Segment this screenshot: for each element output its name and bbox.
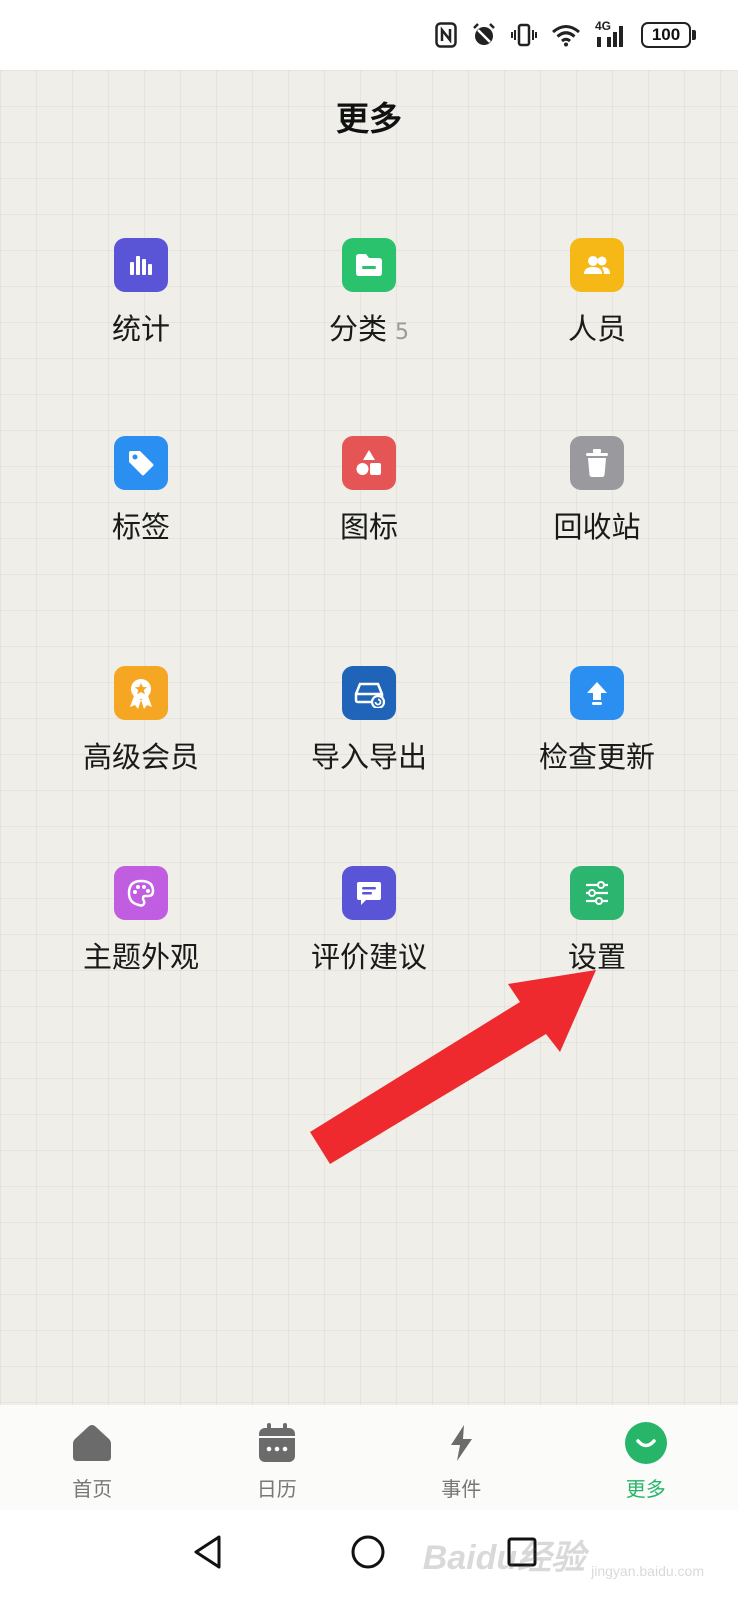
- palette-icon: [114, 866, 168, 920]
- back-icon[interactable]: [186, 1530, 230, 1574]
- battery-tip: [692, 30, 696, 40]
- grid-item-people[interactable]: 人员: [474, 238, 720, 368]
- tab-label: 更多: [625, 1477, 666, 1501]
- tag-icon: [114, 436, 168, 490]
- vibrate-icon: [511, 22, 537, 48]
- grid-item-label: 标签: [111, 510, 170, 544]
- calendar-icon: [255, 1421, 299, 1465]
- grid-item-statistics[interactable]: 统计: [18, 238, 264, 368]
- tab-calendar[interactable]: 日历: [185, 1405, 370, 1510]
- grid-item-categories[interactable]: 分类 5: [246, 238, 492, 368]
- grid-item-label: 人员: [567, 312, 626, 346]
- watermark: Baidu经验 jingyan.baidu.com: [423, 1530, 704, 1579]
- upgrade-icon: [570, 666, 624, 720]
- page-title: 更多: [336, 99, 402, 138]
- watermark-sub: jingyan.baidu.com: [591, 1563, 704, 1579]
- alarm-icon: [471, 22, 497, 48]
- lightning-icon: [439, 1421, 483, 1465]
- status-icons: 4G 100: [435, 18, 696, 52]
- tab-more[interactable]: 更多: [554, 1405, 738, 1510]
- grid-item-label: 主题外观: [82, 940, 199, 974]
- import-export-icon: [342, 666, 396, 720]
- signal-icon: 4G: [595, 19, 627, 49]
- more-smile-icon: [624, 1421, 668, 1465]
- grid-item-tags[interactable]: 标签: [18, 436, 264, 566]
- tab-label: 事件: [441, 1477, 482, 1501]
- bottom-tab-bar: 首页 日历 事件 更多: [0, 1405, 738, 1510]
- grid-item-label: 高级会员: [82, 740, 199, 774]
- grid-item-label: 统计: [111, 312, 170, 346]
- battery-icon: 100: [641, 22, 696, 48]
- tab-label: 日历: [256, 1477, 297, 1501]
- trash-icon: [570, 436, 624, 490]
- award-icon: [114, 666, 168, 720]
- tab-events[interactable]: 事件: [369, 1405, 554, 1510]
- grid-item-settings[interactable]: 设置: [474, 866, 720, 996]
- grid-item-feedback[interactable]: 评价建议: [246, 866, 492, 996]
- tab-home[interactable]: 首页: [0, 1405, 185, 1510]
- wifi-icon: [551, 23, 581, 47]
- grid-item-label: 检查更新: [538, 740, 655, 774]
- tab-label: 首页: [72, 1477, 113, 1501]
- grid-item-recycle-bin[interactable]: 回收站: [474, 436, 720, 566]
- grid-item-label: 设置: [567, 940, 626, 974]
- status-bar: 4G 100: [0, 0, 738, 70]
- grid-item-label: 导入导出: [310, 740, 427, 774]
- home-circle-icon[interactable]: [346, 1530, 390, 1574]
- grid-item-label: 图标: [339, 510, 398, 544]
- grid-item-label: 回收站: [553, 510, 641, 544]
- grid-item-label: 分类: [328, 312, 387, 346]
- system-nav-bar: Baidu经验 jingyan.baidu.com: [0, 1510, 738, 1600]
- grid-item-theme[interactable]: 主题外观: [18, 866, 264, 996]
- stats-icon: [114, 238, 168, 292]
- more-page-content: 更多 统计 分类 5 人员 标签 图标 回收站 高级会员 导入导出 检查更新 主…: [0, 70, 738, 1405]
- grid-item-label: 评价建议: [310, 940, 427, 974]
- watermark-main: Baidu经验: [422, 1539, 586, 1577]
- grid-item-check-update[interactable]: 检查更新: [474, 666, 720, 796]
- shapes-icon: [342, 436, 396, 490]
- grid-item-import-export[interactable]: 导入导出: [246, 666, 492, 796]
- feedback-icon: [342, 866, 396, 920]
- grid-item-premium[interactable]: 高级会员: [18, 666, 264, 796]
- category-count-badge: 5: [395, 320, 409, 345]
- nfc-icon: [435, 22, 457, 48]
- sliders-icon: [570, 866, 624, 920]
- battery-level: 100: [641, 22, 691, 48]
- people-icon: [570, 238, 624, 292]
- home-icon: [70, 1421, 114, 1465]
- grid-item-icons[interactable]: 图标: [246, 436, 492, 566]
- folder-icon: [342, 238, 396, 292]
